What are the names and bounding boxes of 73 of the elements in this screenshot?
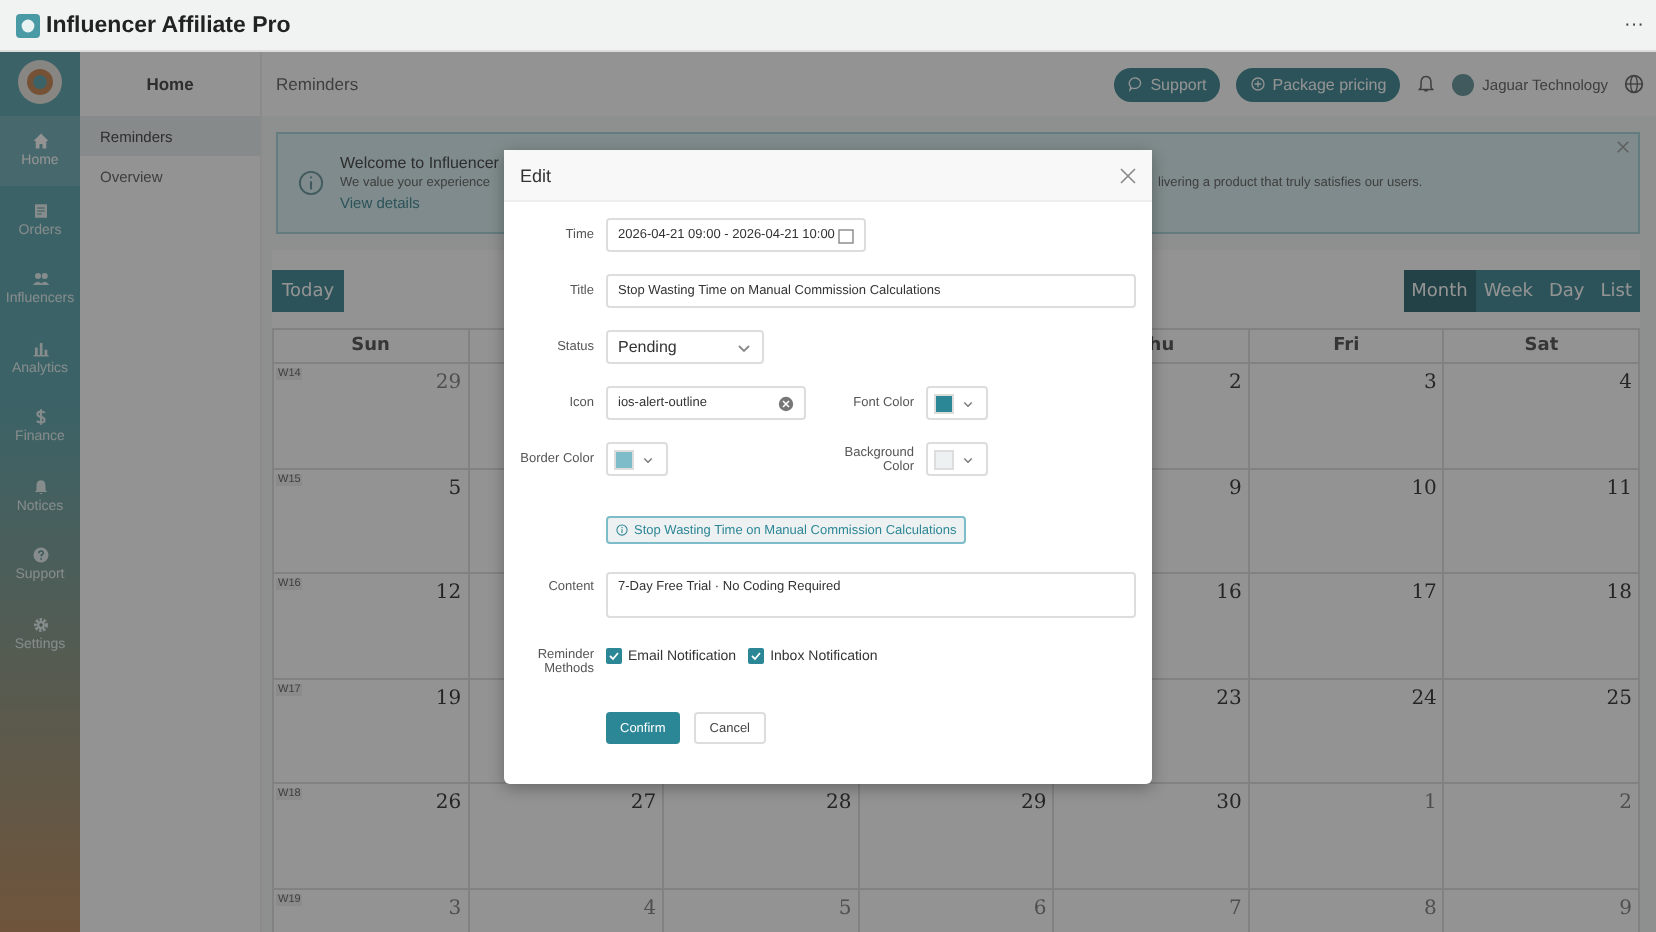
globe-icon[interactable] [1624,74,1644,94]
avatar[interactable] [1452,73,1475,95]
day-number[interactable]: 29 [1021,792,1047,814]
window-menu[interactable]: ··· [1624,14,1644,36]
header-button[interactable]: Package pricing [1236,67,1401,101]
day-number[interactable]: 25 [1606,687,1632,709]
view-tab[interactable]: Month [1403,270,1476,312]
tag-icon [1250,76,1267,92]
day-number[interactable]: 8 [1424,897,1437,919]
home-icon [31,132,49,151]
day-number[interactable]: 6 [1033,897,1047,919]
people-icon [31,270,49,289]
day-number[interactable]: 12 [435,582,462,604]
day-number[interactable]: 1 [1424,792,1437,814]
banner-title: Welcome to Influencer [340,154,501,172]
day-number[interactable]: 30 [1216,792,1242,814]
chevron-down-icon [736,339,752,355]
day-number[interactable]: 18 [1606,582,1632,604]
day-number[interactable]: 2 [1228,372,1242,394]
bell-icon [31,477,49,496]
section-title: Home [144,72,196,98]
logo-icon [18,60,62,104]
color-picker[interactable] [926,386,988,420]
bell-icon[interactable] [1416,74,1437,94]
calendar-icon [838,227,854,243]
clear-icon[interactable] [778,395,794,411]
day-number[interactable]: 26 [435,792,462,814]
day-number[interactable]: 11 [1606,477,1632,499]
checkbox[interactable] [748,648,765,664]
day-number[interactable]: 16 [1216,582,1242,604]
day-number[interactable]: 5 [838,897,852,919]
chevron-down-icon [642,453,654,465]
today-button[interactable]: Today [272,270,345,312]
checkbox[interactable] [606,648,622,664]
weekday-header: Sat [1524,336,1559,356]
close-icon[interactable] [1120,167,1136,183]
day-number[interactable]: 4 [1619,372,1632,394]
info-icon [616,524,628,536]
day-number[interactable]: 3 [1424,372,1437,394]
color-picker[interactable] [606,442,668,476]
window-title: Influencer Affiliate Pro [46,13,291,37]
day-number[interactable]: 7 [1228,897,1242,919]
day-number[interactable]: 10 [1411,477,1437,499]
day-number[interactable]: 17 [1411,582,1437,604]
document-icon [31,201,49,220]
dollar-icon [31,408,49,427]
dialog-title: Edit [520,165,552,185]
day-number[interactable]: 28 [825,792,852,814]
chevron-down-icon [962,397,974,409]
weekday-header: Sun [351,336,390,356]
app-logo-icon [16,13,40,37]
day-number[interactable]: 5 [448,477,462,499]
day-number[interactable]: 27 [630,792,657,814]
day-number[interactable]: 9 [1619,897,1632,919]
day-number[interactable]: 23 [1216,687,1242,709]
chat-icon [1128,76,1145,92]
day-number[interactable]: 9 [1228,477,1242,499]
info-icon [298,170,324,196]
weekday-header: Fri [1333,336,1360,356]
help-icon [31,546,49,565]
day-number[interactable]: 4 [643,897,657,919]
day-number[interactable]: 24 [1411,687,1437,709]
header-button[interactable]: Support [1114,67,1221,101]
day-number[interactable]: 2 [1619,792,1632,814]
color-picker[interactable] [926,442,988,476]
bar-chart-icon [31,339,49,358]
chevron-down-icon [962,453,974,465]
day-number[interactable]: 29 [435,372,462,394]
settings-icon [31,615,49,634]
breadcrumb: Reminders [276,74,359,94]
day-number[interactable]: 19 [435,687,462,709]
status-dropdown[interactable]: Pending [606,330,764,364]
day-number[interactable]: 3 [448,897,462,919]
